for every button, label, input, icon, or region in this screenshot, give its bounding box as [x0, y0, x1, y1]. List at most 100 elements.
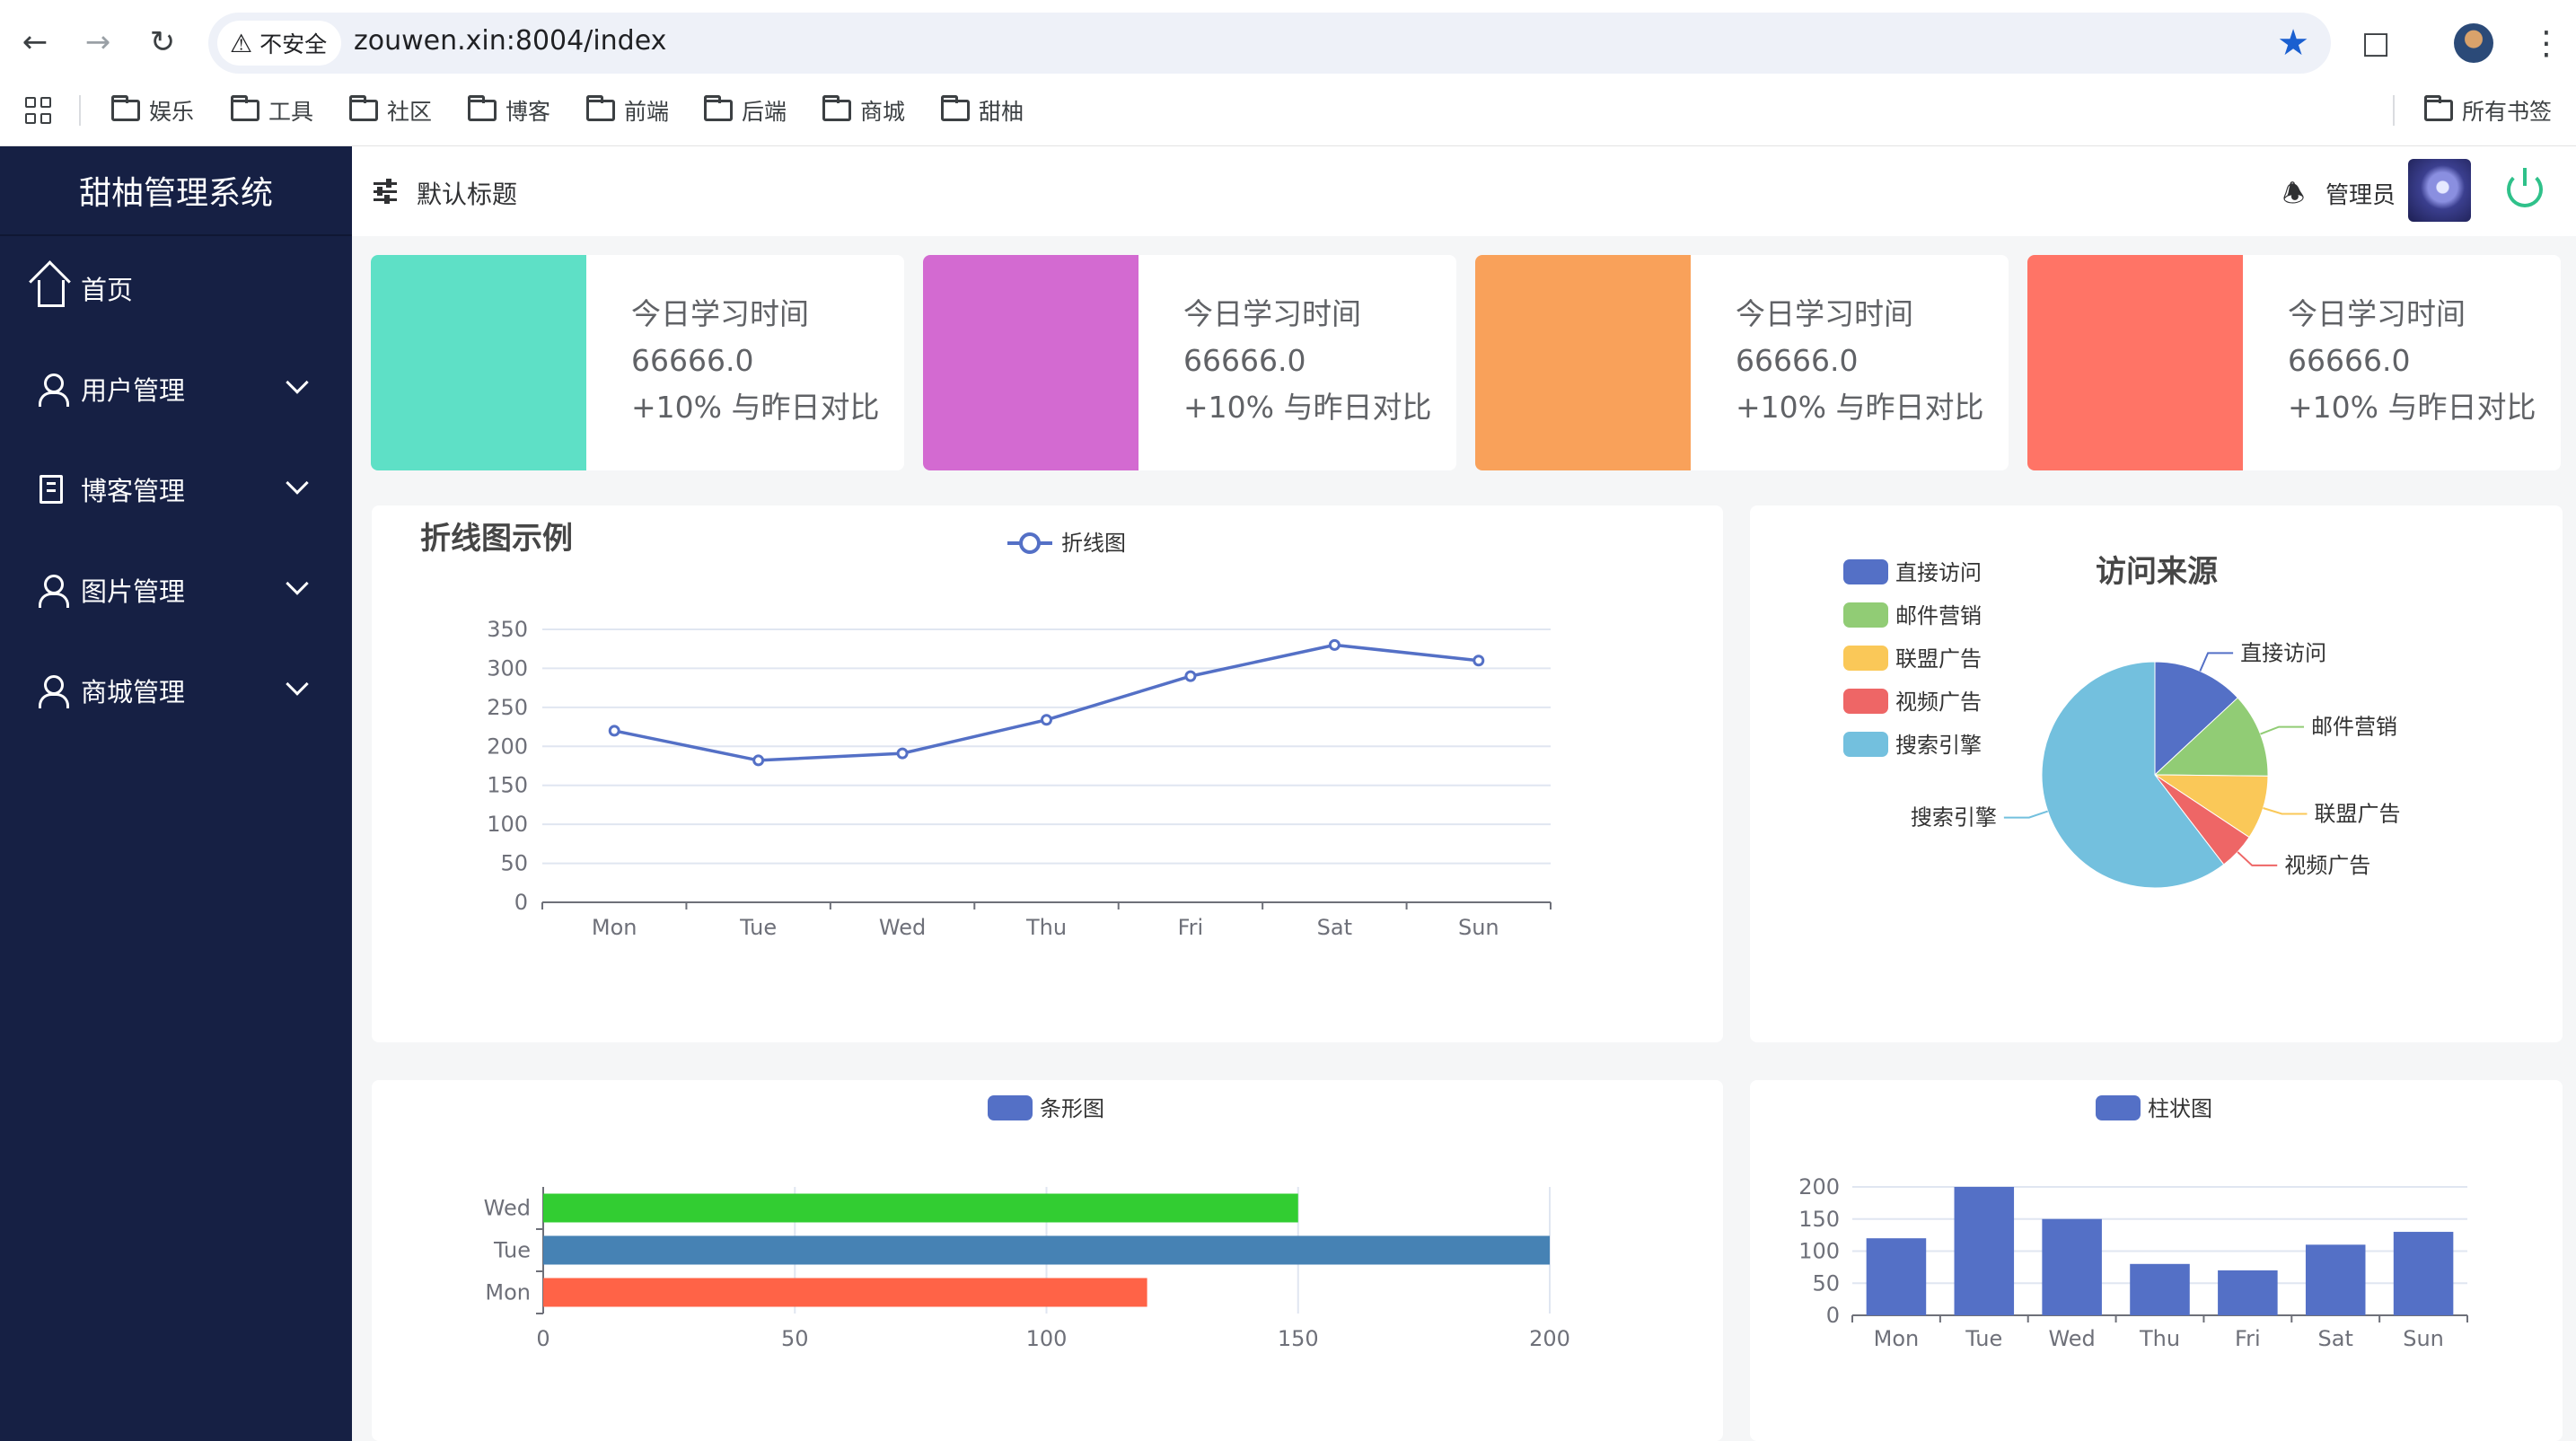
vertical-bar-chart-panel: 柱状图 0 50 100 150 200 Mon Tue Wed Thu Fri Sat Sun: [1750, 1080, 2563, 1441]
folder-icon: [231, 95, 259, 121]
bookmark-star-icon[interactable]: ★: [2277, 22, 2309, 64]
stat-compare: +10% 与昨日对比: [1183, 390, 1432, 425]
legend-swatch: [1843, 689, 1888, 714]
legend-label: 条形图: [1040, 1096, 1104, 1121]
legend-label: 搜索引擎: [1895, 733, 1982, 758]
stat-title: 今日学习时间: [631, 296, 809, 331]
bookmark-label: 甜柚: [979, 99, 1024, 125]
stat-color-block: [2027, 255, 2243, 470]
y-tick-label: 150: [487, 773, 528, 798]
bar: [543, 1193, 1298, 1223]
menu-fold-icon[interactable]: [374, 179, 400, 204]
back-button[interactable]: ←: [13, 20, 57, 65]
sidebar-item-shop-management[interactable]: 商城管理: [0, 642, 352, 739]
legend-swatch: [988, 1095, 1033, 1120]
bookmark-folder[interactable]: 社区: [349, 92, 432, 128]
bookmark-folder[interactable]: 前端: [586, 92, 669, 128]
bell-icon[interactable]: 🕭: [2282, 175, 2309, 208]
stat-compare: +10% 与昨日对比: [631, 390, 880, 425]
bar: [2042, 1218, 2102, 1315]
sidebar-item-blog-management[interactable]: 博客管理: [0, 441, 352, 538]
bookmark-folder[interactable]: 博客: [468, 92, 550, 128]
pie-chart-panel: 访问来源 直接访问 邮件营销 联盟广告 视频广告 搜索引擎 直接访问 邮件营销 联盟广告 视频广告…: [1750, 505, 2563, 1042]
bookmark-label: 后端: [742, 99, 787, 125]
avatar[interactable]: [2408, 159, 2471, 222]
user-icon: [36, 575, 69, 608]
bookmark-folder[interactable]: 甜柚: [941, 92, 1024, 128]
x-tick-label: Mon: [592, 915, 637, 940]
stat-value: 66666.0: [2288, 343, 2411, 378]
folder-icon: [468, 95, 497, 121]
stat-color-block: [371, 255, 586, 470]
horizontal-bar-chart: 条形图 0 50 100 150 200 Mon Tue Wed: [484, 1095, 1570, 1351]
data-point: [896, 747, 909, 760]
url-text[interactable]: zouwen.xin:8004/index: [354, 25, 666, 57]
extensions-icon[interactable]: □: [2354, 22, 2397, 65]
sidebar-item-home[interactable]: 首页: [0, 240, 352, 337]
chevron-down-icon: [286, 572, 309, 595]
stat-color-block: [923, 255, 1139, 470]
slice-label: 邮件营销: [2311, 715, 2397, 740]
page-title: 默认标题: [417, 180, 518, 209]
forward-button[interactable]: →: [75, 20, 120, 65]
x-tick-label: Mon: [1874, 1326, 1920, 1351]
all-bookmarks-button[interactable]: 所有书签: [2424, 92, 2552, 128]
bar: [2305, 1244, 2366, 1315]
chart-title: 访问来源: [2096, 554, 2218, 590]
folder-icon: [586, 95, 615, 121]
sidebar-item-label: 首页: [81, 275, 134, 305]
reload-button[interactable]: ↻: [140, 20, 185, 65]
apps-icon[interactable]: [25, 97, 52, 124]
bar: [1954, 1187, 2015, 1315]
admin-name[interactable]: 管理员: [2325, 177, 2396, 210]
x-tick-label: 100: [1026, 1326, 1068, 1351]
data-point: [752, 754, 765, 767]
sidebar-item-image-management[interactable]: 图片管理: [0, 541, 352, 638]
stat-card: 今日学习时间 66666.0 +10% 与昨日对比: [923, 255, 1456, 470]
site-info-chip[interactable]: ⚠ 不安全: [217, 21, 342, 66]
label-leader-line: [2263, 807, 2308, 815]
y-tick-label: 100: [487, 812, 528, 837]
folder-icon: [111, 95, 140, 121]
x-tick-label: Sun: [2403, 1326, 2444, 1351]
stat-card: 今日学习时间 66666.0 +10% 与昨日对比: [1475, 255, 2009, 470]
data-point: [1328, 638, 1341, 651]
x-tick-label: 0: [536, 1326, 549, 1351]
bar: [2130, 1263, 2190, 1315]
stat-value: 66666.0: [1736, 343, 1859, 378]
data-point: [1184, 670, 1197, 682]
slice-label: 搜索引擎: [1911, 805, 1997, 830]
chart-title: 折线图示例: [420, 521, 573, 557]
y-tick-label: 0: [514, 890, 528, 915]
x-tick-label: Thu: [2139, 1326, 2180, 1351]
chevron-down-icon: [286, 672, 309, 696]
stat-title: 今日学习时间: [1736, 296, 1913, 331]
bookmark-label: 娱乐: [149, 99, 195, 125]
address-bar[interactable]: ⚠ 不安全 zouwen.xin:8004/index ★: [208, 13, 2331, 74]
bookmark-folder[interactable]: 后端: [704, 92, 787, 128]
bookmark-folder[interactable]: 商城: [822, 92, 905, 128]
sidebar-item-label: 商城管理: [81, 677, 186, 707]
sidebar-title: 甜柚管理系统: [0, 146, 352, 236]
folder-icon: [941, 95, 970, 121]
line-chart-panel: 折线图示例 折线图 0 50 100 150 200 250 300 350 Mon Tue Wed Th…: [372, 505, 1723, 1042]
bookmark-label: 商城: [860, 99, 906, 125]
x-tick-label: Tue: [1965, 1326, 2002, 1351]
bookmark-folder[interactable]: 娱乐: [111, 92, 194, 128]
slice-label: 直接访问: [2240, 640, 2326, 665]
stat-title: 今日学习时间: [2288, 296, 2466, 331]
power-icon[interactable]: [2507, 168, 2543, 207]
legend-label: 柱状图: [2148, 1096, 2212, 1121]
sidebar-item-user-management[interactable]: 用户管理: [0, 340, 352, 437]
sidebar-item-label: 博客管理: [81, 476, 186, 506]
folder-icon: [704, 95, 733, 121]
bookmark-label: 博客: [506, 99, 551, 125]
sidebar: 甜柚管理系统 首页 用户管理 博客管理 图片管理 商城管理: [0, 146, 352, 1441]
y-tick-label: 350: [487, 617, 528, 642]
browser-menu-icon[interactable]: ⋮: [2475, 16, 2564, 70]
legend-swatch: [1843, 646, 1888, 671]
bookmark-folder[interactable]: 工具: [231, 92, 313, 128]
stat-title: 今日学习时间: [1183, 296, 1361, 331]
sidebar-item-label: 图片管理: [81, 576, 186, 607]
main-content: 默认标题 🕭 管理员 今日学习时间 66666.0 +10% 与昨日对比 今日学…: [352, 146, 2576, 1441]
